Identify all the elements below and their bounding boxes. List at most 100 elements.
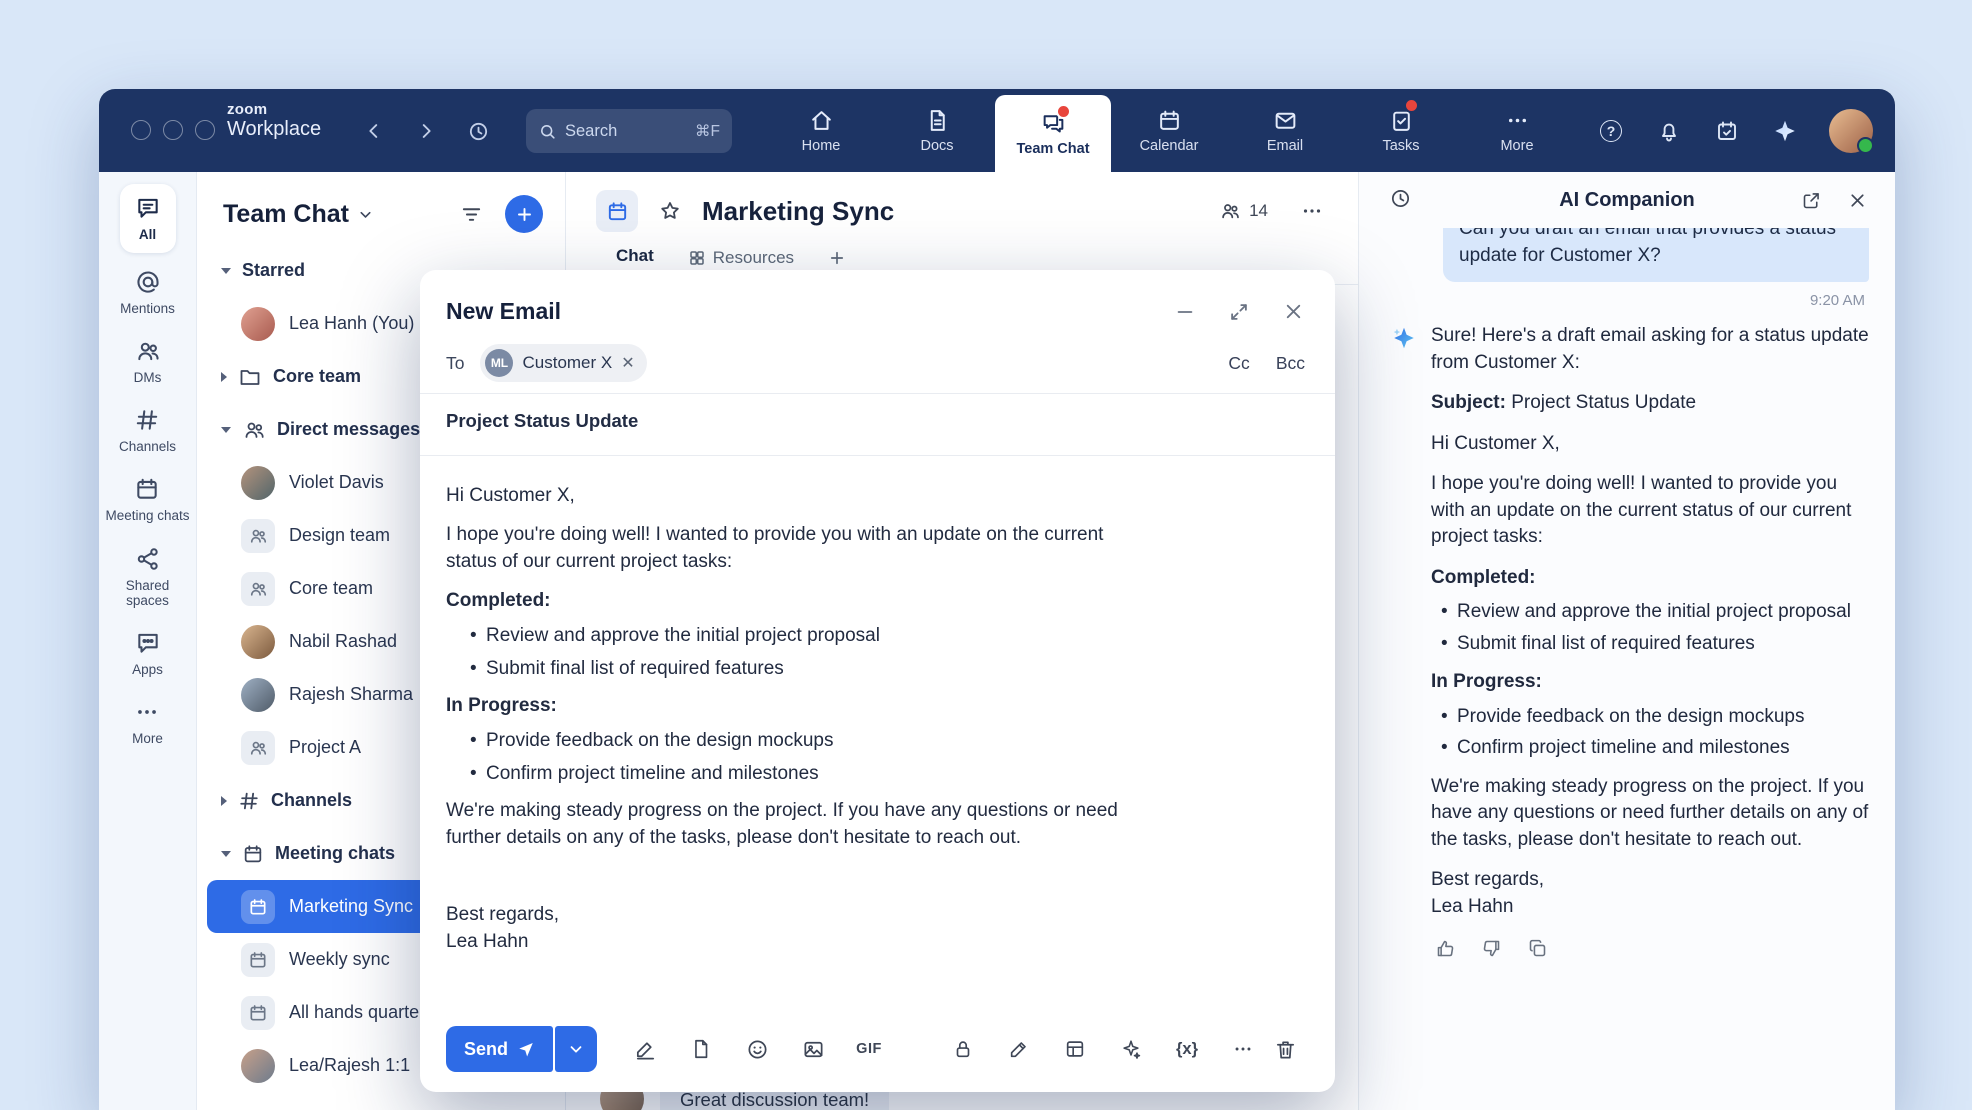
brand-zoom: zoom bbox=[227, 101, 321, 118]
ai-sparkle-icon bbox=[1772, 118, 1798, 144]
history-icon[interactable] bbox=[465, 118, 491, 144]
ai-greeting: Hi Customer X, bbox=[1431, 431, 1873, 458]
close-window-button[interactable] bbox=[131, 120, 151, 140]
rail-item-meeting-chats[interactable]: Meeting chats bbox=[105, 476, 189, 523]
email-completed-list: Review and approve the initial project p… bbox=[446, 622, 1146, 682]
expand-button[interactable] bbox=[1227, 300, 1251, 324]
rail-item-more[interactable]: More bbox=[132, 699, 163, 746]
apps-icon bbox=[135, 630, 161, 656]
rail-item-all[interactable]: All bbox=[120, 184, 176, 253]
ellipsis-icon bbox=[134, 699, 160, 725]
profile-avatar[interactable] bbox=[1829, 109, 1873, 153]
rail-item-channels[interactable]: Channels bbox=[119, 407, 176, 454]
star-icon bbox=[658, 199, 682, 223]
nav-docs[interactable]: Docs bbox=[879, 89, 995, 172]
zoom-window-button[interactable] bbox=[195, 120, 215, 140]
ai-inprogress-heading: In Progress: bbox=[1431, 669, 1873, 696]
docs-icon bbox=[925, 108, 950, 133]
send-icon bbox=[517, 1040, 535, 1058]
expand-icon bbox=[1228, 301, 1250, 323]
nav-team-chat[interactable]: Team Chat bbox=[995, 95, 1111, 172]
ai-rewrite-button[interactable] bbox=[1111, 1029, 1151, 1069]
close-icon bbox=[1847, 190, 1868, 211]
nav-home[interactable]: Home bbox=[763, 89, 879, 172]
new-chat-button[interactable] bbox=[505, 195, 543, 233]
notification-dot bbox=[1056, 104, 1071, 119]
nav-more[interactable]: More bbox=[1459, 89, 1575, 172]
search-input[interactable]: Search ⌘F bbox=[526, 109, 732, 153]
ai-sparkle-icon bbox=[1391, 325, 1417, 351]
attach-file-button[interactable] bbox=[681, 1029, 721, 1069]
to-field[interactable]: To ML Customer X ✕ Cc Bcc bbox=[446, 341, 1305, 385]
cc-button[interactable]: Cc bbox=[1228, 353, 1249, 374]
nav-tasks[interactable]: Tasks bbox=[1343, 89, 1459, 172]
minimize-window-button[interactable] bbox=[163, 120, 183, 140]
timestamp: 9:20 AM bbox=[1359, 292, 1865, 309]
help-button[interactable] bbox=[1597, 117, 1625, 145]
discard-draft-button[interactable] bbox=[1265, 1029, 1305, 1069]
ellipsis-icon bbox=[1232, 1038, 1254, 1060]
user-message-bubble: Can you draft an email that provides a s… bbox=[1443, 228, 1869, 282]
nav-email[interactable]: Email bbox=[1227, 89, 1343, 172]
template-button[interactable] bbox=[1055, 1029, 1095, 1069]
avatar bbox=[241, 1049, 275, 1083]
image-button[interactable] bbox=[793, 1029, 833, 1069]
minimize-button[interactable] bbox=[1173, 300, 1197, 324]
chevron-down-icon bbox=[567, 1040, 585, 1058]
thumbs-up-button[interactable] bbox=[1433, 936, 1457, 960]
rail-item-shared-spaces[interactable]: Shared spaces bbox=[104, 546, 192, 608]
email-inprogress-heading: In Progress: bbox=[446, 692, 1146, 719]
group-icon bbox=[241, 731, 275, 765]
edit-button[interactable] bbox=[999, 1029, 1039, 1069]
bell-icon bbox=[1657, 119, 1681, 143]
rail-item-mentions[interactable]: Mentions bbox=[120, 269, 175, 316]
recipient-chip[interactable]: ML Customer X ✕ bbox=[480, 344, 646, 382]
file-icon bbox=[690, 1038, 712, 1060]
thumbs-down-button[interactable] bbox=[1479, 936, 1503, 960]
send-options-button[interactable] bbox=[555, 1026, 597, 1072]
email-signoff: Best regards, bbox=[446, 901, 1146, 928]
upcoming-meetings-button[interactable] bbox=[1713, 117, 1741, 145]
new-email-modal: New Email To ML Customer X ✕ Cc Bcc Proj… bbox=[420, 270, 1335, 1092]
chat-more-button[interactable] bbox=[1294, 193, 1330, 229]
ai-intro: Sure! Here's a draft email asking for a … bbox=[1431, 323, 1873, 376]
trash-icon bbox=[1274, 1038, 1297, 1061]
meeting-calendar-icon bbox=[134, 476, 160, 502]
bcc-button[interactable]: Bcc bbox=[1276, 353, 1305, 374]
email-body-editor[interactable]: Hi Customer X, I hope you're doing well!… bbox=[420, 456, 1176, 955]
star-button[interactable] bbox=[652, 193, 688, 229]
signature-button[interactable] bbox=[625, 1029, 665, 1069]
toolbar-more-button[interactable] bbox=[1223, 1029, 1263, 1069]
forward-button[interactable] bbox=[413, 118, 439, 144]
variables-button[interactable]: {x} bbox=[1167, 1029, 1207, 1069]
rail-item-dms[interactable]: DMs bbox=[134, 338, 162, 385]
rail-item-apps[interactable]: Apps bbox=[132, 630, 163, 677]
close-button[interactable] bbox=[1281, 300, 1305, 324]
send-button[interactable]: Send bbox=[446, 1026, 553, 1072]
gif-button[interactable]: GIF bbox=[849, 1029, 889, 1069]
ai-companion-button[interactable] bbox=[1771, 117, 1799, 145]
open-in-window-button[interactable] bbox=[1799, 188, 1823, 212]
calendar-icon bbox=[1157, 108, 1182, 133]
back-button[interactable] bbox=[361, 118, 387, 144]
notifications-button[interactable] bbox=[1655, 117, 1683, 145]
encrypt-button[interactable] bbox=[943, 1029, 983, 1069]
ai-history-button[interactable] bbox=[1389, 187, 1415, 213]
emoji-button[interactable] bbox=[737, 1029, 777, 1069]
member-count-button[interactable]: 14 bbox=[1219, 200, 1268, 222]
signature-icon bbox=[634, 1038, 657, 1061]
filter-button[interactable] bbox=[453, 196, 489, 232]
email-signature: Lea Hahn bbox=[446, 928, 1146, 955]
compose-toolbar: Send GIF {x} bbox=[420, 1006, 1335, 1092]
copy-button[interactable] bbox=[1525, 936, 1549, 960]
bullet-item: Review and approve the initial project p… bbox=[486, 622, 1146, 649]
brand-logo: zoom Workplace bbox=[227, 101, 321, 141]
subject-field[interactable]: Project Status Update bbox=[420, 394, 1335, 447]
remove-recipient-icon[interactable]: ✕ bbox=[621, 353, 634, 373]
ai-feedback-bar bbox=[1433, 936, 1873, 960]
chevron-down-icon bbox=[357, 206, 374, 223]
close-ai-panel-button[interactable] bbox=[1845, 188, 1869, 212]
chatlist-title-dropdown[interactable]: Team Chat bbox=[223, 200, 374, 229]
nav-calendar[interactable]: Calendar bbox=[1111, 89, 1227, 172]
member-count: 14 bbox=[1249, 201, 1268, 221]
